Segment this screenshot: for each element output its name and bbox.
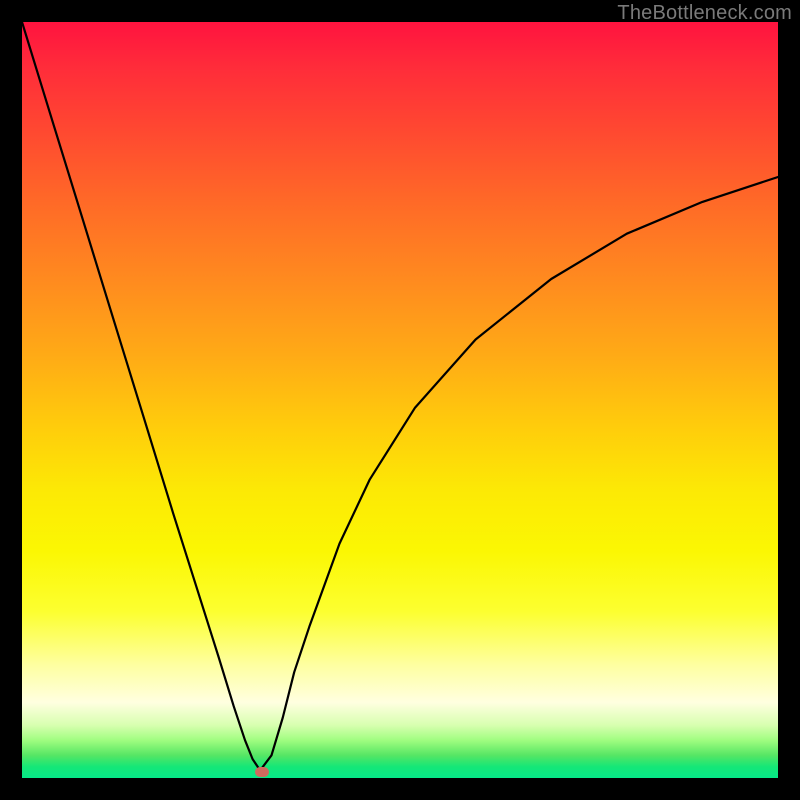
plot-area xyxy=(22,22,778,778)
watermark-text: TheBottleneck.com xyxy=(617,2,792,25)
minimum-marker xyxy=(255,767,269,777)
chart-frame: TheBottleneck.com xyxy=(0,0,800,800)
